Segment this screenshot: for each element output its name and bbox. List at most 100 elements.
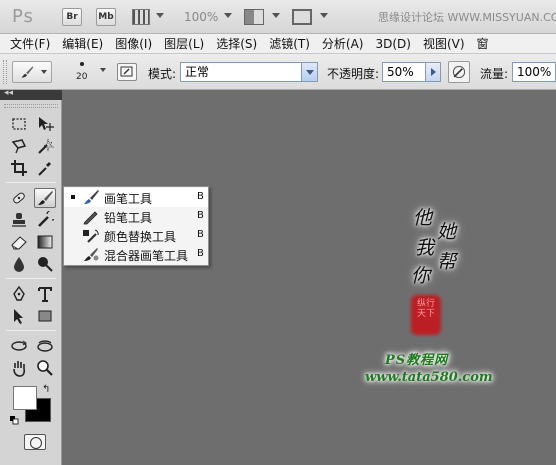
rectangle-tool[interactable] [34, 306, 56, 326]
menu-filter[interactable]: 滤镜(T) [269, 35, 310, 52]
move-icon [39, 117, 54, 131]
brush-picker-arrow[interactable] [100, 68, 106, 72]
menu-3d[interactable]: 3D(D) [375, 37, 410, 51]
menu-view[interactable]: 视图(V) [423, 35, 465, 52]
menu-edit[interactable]: 编辑(E) [62, 35, 103, 52]
foreground-color-swatch[interactable] [13, 386, 37, 410]
brush-icon [21, 66, 34, 78]
options-bar: 20 模式: 正常 不透明度: 50% 流量: 100% [0, 54, 556, 90]
lasso-tool[interactable] [8, 136, 30, 156]
arrange-documents-icon[interactable] [244, 9, 264, 25]
flyout-shortcut: B [197, 229, 204, 240]
arrow-icon [14, 309, 23, 324]
spot-healing-tool[interactable] [8, 188, 30, 208]
airbrush-icon [452, 65, 466, 79]
swap-colors-icon[interactable]: ↰ [42, 384, 50, 395]
flyout-item-mixer-brush[interactable]: 混合器画笔工具 B [64, 245, 208, 264]
watermark-title: PS教程网 [385, 353, 449, 368]
flyout-item-brush[interactable]: 画笔工具 B [64, 188, 208, 207]
zoom-level[interactable]: 100% [184, 10, 218, 24]
blend-mode-value: 正常 [185, 65, 210, 79]
marquee-icon [12, 118, 26, 130]
brush-panel-toggle-button[interactable] [117, 63, 137, 81]
launch-minibridge-button[interactable]: Mb [96, 8, 116, 26]
menu-select[interactable]: 选择(S) [216, 35, 257, 52]
tool-preset-picker[interactable] [12, 61, 52, 83]
3d-orbit-tool[interactable] [34, 336, 56, 356]
menu-window[interactable]: 窗 [477, 35, 489, 52]
brush-tool-flyout: 画笔工具 B 铅笔工具 B 颜色替换工具 B 混合器画笔工具 B [63, 186, 209, 266]
polygonal-lasso-icon [11, 139, 27, 154]
brush-tip-preview[interactable] [80, 62, 84, 66]
opacity-slider-button[interactable] [425, 62, 441, 82]
menu-layer[interactable]: 图层(L) [164, 35, 204, 52]
history-brush-icon [38, 211, 54, 227]
brush-icon [84, 190, 99, 204]
opacity-field[interactable]: 50% [382, 62, 426, 82]
flyout-item-color-replacement[interactable]: 颜色替换工具 B [64, 226, 208, 245]
eraser-tool[interactable] [8, 232, 30, 252]
eyedropper-tool[interactable] [34, 158, 56, 178]
flyout-shortcut: B [197, 191, 204, 202]
dodge-tool[interactable] [34, 254, 56, 274]
chevron-down-icon[interactable] [320, 13, 328, 18]
move-tool[interactable] [34, 114, 56, 134]
chevron-down-icon[interactable] [272, 13, 280, 18]
brush-icon [38, 191, 53, 205]
toolbox-header[interactable]: ◂◂ [0, 88, 62, 100]
clone-stamp-tool[interactable] [8, 210, 30, 230]
selected-bullet-icon [71, 195, 75, 199]
rectangle-icon [38, 310, 52, 322]
seal-text: 纵行天下 [416, 299, 435, 319]
magnifier-icon [37, 360, 53, 376]
flyout-shortcut: B [197, 210, 204, 221]
blend-mode-select[interactable]: 正常 [180, 62, 318, 82]
type-tool[interactable] [34, 284, 56, 304]
flow-field[interactable]: 100% [512, 62, 556, 82]
default-colors-icon[interactable] [10, 416, 19, 425]
menu-file[interactable]: 文件(F) [10, 35, 50, 52]
flyout-item-pencil[interactable]: 铅笔工具 B [64, 207, 208, 226]
film-strip-icon[interactable] [132, 9, 150, 25]
tablet-pressure-opacity-button[interactable] [448, 61, 470, 83]
quick-mask-button[interactable] [24, 434, 46, 450]
gradient-tool[interactable] [34, 232, 56, 252]
calligraphy-char: 你 [411, 265, 431, 287]
title-bar: Ps Br Mb 100% 思缘设计论坛 WWW.MISSYUAN.COM [0, 0, 556, 34]
crop-tool[interactable] [8, 158, 30, 178]
zoom-tool[interactable] [34, 358, 56, 378]
rect-marquee-tool[interactable] [8, 114, 30, 134]
site-watermark: 思缘设计论坛 WWW.MISSYUAN.COM [378, 11, 556, 24]
toolbox: ◂◂ ↰ [0, 88, 62, 465]
3d-orbit-icon [37, 340, 53, 352]
chevron-down-icon[interactable] [156, 13, 164, 18]
hand-tool[interactable] [8, 358, 30, 378]
launch-bridge-button[interactable]: Br [62, 8, 82, 26]
color-replacement-icon [83, 229, 99, 243]
blur-tool[interactable] [8, 254, 30, 274]
watermark-url: www.tata580.com [365, 370, 493, 385]
options-grip[interactable] [3, 60, 7, 84]
brush-size: 20 [76, 72, 88, 82]
chevron-down-icon[interactable] [224, 13, 232, 18]
toolbox-grip[interactable] [4, 104, 58, 108]
pen-tool[interactable] [8, 284, 30, 304]
gradient-icon [37, 235, 53, 249]
menu-image[interactable]: 图像(I) [115, 35, 152, 52]
flow-label: 流量: [480, 67, 509, 81]
toolbox-divider [6, 182, 56, 183]
flyout-shortcut: B [197, 248, 204, 259]
menu-analysis[interactable]: 分析(A) [322, 35, 364, 52]
magic-wand-tool[interactable] [34, 136, 56, 156]
collapse-panel-icon[interactable]: ◂◂ [4, 88, 13, 98]
toolbox-divider [6, 330, 56, 331]
toolbox-divider [6, 278, 56, 279]
canvas-artwork: 他 她 我 帮 你 纵行天下 PS教程网 www.tata580.com [355, 195, 505, 390]
path-selection-tool[interactable] [8, 306, 30, 326]
screen-mode-icon[interactable] [292, 9, 312, 25]
3d-rotate-tool[interactable] [8, 336, 30, 356]
magic-wand-icon [38, 138, 54, 154]
history-brush-tool[interactable] [34, 210, 56, 230]
flyout-item-label: 画笔工具 [104, 192, 153, 206]
brush-tool[interactable] [34, 188, 56, 208]
